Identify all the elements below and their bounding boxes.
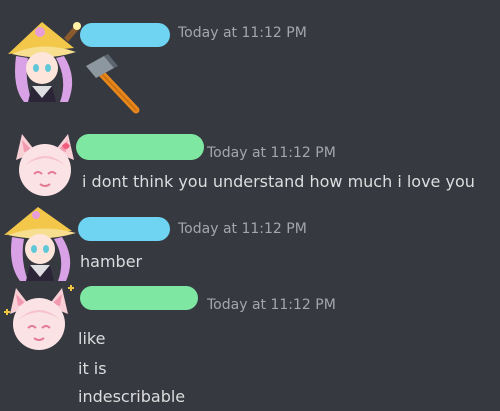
pink-cat-girl-avatar-icon[interactable] bbox=[8, 130, 82, 204]
message-text: indescribable bbox=[78, 387, 186, 406]
message-group: Today at 11:12 PM like it is indescribab… bbox=[0, 280, 500, 411]
message-timestamp[interactable]: Today at 11:12 PM bbox=[178, 25, 307, 41]
witch-girl-avatar-icon[interactable] bbox=[2, 18, 82, 102]
message-group: Today at 11:12 PM i dont think you under… bbox=[0, 120, 500, 205]
witch-girl-avatar-icon[interactable] bbox=[0, 207, 80, 281]
message-group: Today at 11:12 PM bbox=[0, 0, 500, 120]
pink-cat-girl-avatar-icon[interactable] bbox=[0, 282, 78, 358]
message-timestamp[interactable]: Today at 11:12 PM bbox=[178, 221, 307, 237]
hammer-emoji-icon bbox=[82, 52, 142, 114]
message-text: it is bbox=[78, 359, 107, 378]
message-timestamp[interactable]: Today at 11:12 PM bbox=[207, 145, 336, 161]
message-text: i dont think you understand how much i l… bbox=[82, 172, 475, 191]
message-text: hamber bbox=[80, 252, 143, 271]
message-timestamp[interactable]: Today at 11:12 PM bbox=[207, 297, 336, 313]
message-text: like bbox=[78, 329, 106, 348]
author-name-redacted[interactable] bbox=[78, 217, 170, 241]
author-name-redacted[interactable] bbox=[80, 23, 170, 47]
author-name-redacted[interactable] bbox=[80, 286, 198, 310]
author-name-redacted[interactable] bbox=[76, 134, 204, 160]
message-group: Today at 11:12 PM hamber bbox=[0, 205, 500, 281]
